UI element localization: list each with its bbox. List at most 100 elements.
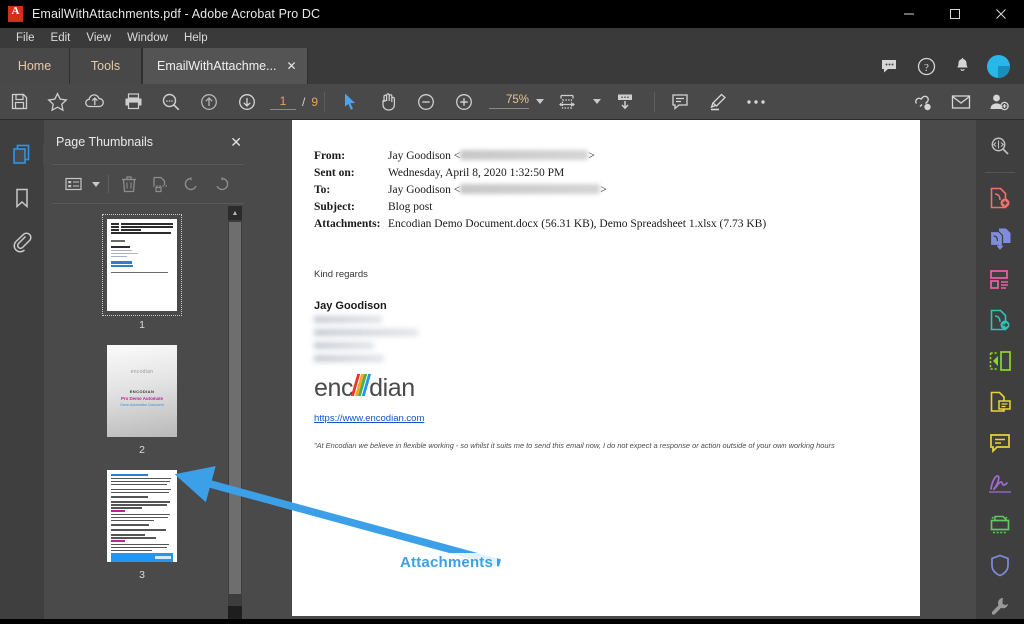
export-pdf-icon[interactable]	[980, 302, 1020, 339]
thumbnail-toolbar	[52, 164, 244, 204]
thumbnail-list[interactable]: 1 encodian ENCODIAN Pro Demo Automate De…	[44, 206, 240, 624]
chevron-down-icon[interactable]	[536, 99, 545, 104]
share-with-people-icon[interactable]	[980, 84, 1018, 120]
zoom-in-icon[interactable]	[445, 84, 483, 120]
thumbnail-preview: encodian ENCODIAN Pro Demo Automate Demo…	[107, 345, 177, 437]
zoom-out-icon[interactable]	[407, 84, 445, 120]
email-body: Kind regards Jay Goodison enc dian https…	[314, 269, 898, 451]
close-icon[interactable]: ✕	[230, 134, 242, 151]
header-value-text: Jay Goodison <	[388, 150, 461, 162]
tab-home[interactable]: Home	[0, 48, 70, 84]
create-pdf-icon[interactable]	[980, 180, 1020, 217]
header-label: Subject:	[314, 201, 355, 213]
thumbnail-frame-selected[interactable]	[102, 214, 182, 316]
previous-page-icon[interactable]	[190, 84, 228, 120]
header-label: Sent on:	[314, 167, 355, 179]
website-link[interactable]: https://www.encodian.com	[314, 413, 898, 424]
thumbnail-preview	[107, 219, 177, 311]
zoom-control[interactable]: 75%	[489, 94, 545, 109]
scanner-icon[interactable]	[980, 506, 1020, 543]
comment-bubbles-icon[interactable]	[872, 48, 908, 84]
next-page-icon[interactable]	[228, 84, 266, 120]
organize-pages-icon[interactable]	[980, 261, 1020, 298]
rotate-left-icon[interactable]	[176, 169, 207, 199]
current-page-input[interactable]: 1	[270, 94, 296, 110]
minimize-icon[interactable]	[886, 0, 932, 28]
add-to-favorites-icon[interactable]	[38, 84, 76, 120]
sidebar-item-bookmarks[interactable]	[0, 176, 44, 220]
combine-files-icon[interactable]	[980, 220, 1020, 257]
comment-icon[interactable]	[980, 424, 1020, 461]
rotate-right-icon[interactable]	[207, 169, 238, 199]
redacted-signature-block	[314, 316, 898, 362]
header-value: Blog post	[388, 201, 433, 213]
header-value-text: Jay Goodison <	[388, 184, 461, 196]
header-value: Jay Goodison < >	[388, 182, 607, 199]
menu-file[interactable]: File	[8, 28, 43, 48]
scroll-mode-icon[interactable]	[606, 84, 644, 120]
document-viewport[interactable]: From: Jay Goodison < > Sent on: Wednesday…	[252, 120, 1024, 624]
scrollbar-thumb[interactable]	[229, 222, 241, 594]
shield-icon[interactable]	[980, 546, 1020, 583]
search-icon[interactable]	[152, 84, 190, 120]
thumbnail-frame[interactable]	[103, 466, 181, 566]
redacted-email	[460, 150, 589, 160]
select-tool-icon[interactable]	[331, 84, 369, 120]
sidebar-item-page-thumbnails[interactable]	[0, 132, 52, 176]
email-header-row: From: Jay Goodison < >	[314, 148, 898, 165]
chevron-up-icon[interactable]: ▲	[228, 206, 242, 220]
maximize-icon[interactable]	[932, 0, 978, 28]
attach-link-icon[interactable]	[904, 84, 942, 120]
hand-tool-icon[interactable]	[369, 84, 407, 120]
menu-help[interactable]: Help	[176, 28, 216, 48]
close-icon[interactable]: ✕	[286, 59, 296, 73]
list-options-icon[interactable]	[58, 169, 89, 199]
edit-pdf-icon[interactable]	[980, 343, 1020, 380]
close-icon[interactable]	[978, 0, 1024, 28]
menu-edit[interactable]: Edit	[43, 28, 79, 48]
thumbnail-item[interactable]: 1	[44, 214, 240, 331]
thumbnail-scrollbar[interactable]: ▲	[228, 206, 242, 624]
thumbnail-frame[interactable]: encodian ENCODIAN Pro Demo Automate Demo…	[103, 341, 181, 441]
add-comment-icon[interactable]	[661, 84, 699, 120]
menu-view[interactable]: View	[78, 28, 119, 48]
search-document-icon[interactable]	[980, 128, 1020, 165]
fit-page-icon[interactable]	[550, 84, 588, 120]
help-circle-icon[interactable]: ?	[908, 48, 944, 84]
menu-window[interactable]: Window	[119, 28, 176, 48]
extract-pages-icon[interactable]	[145, 169, 176, 199]
upload-to-cloud-icon[interactable]	[76, 84, 114, 120]
signature-icon[interactable]	[980, 465, 1020, 502]
email-header-row-attachments: Attachments: Encodian Demo Document.docx…	[314, 216, 898, 233]
fill-sign-icon[interactable]	[980, 383, 1020, 420]
divider	[985, 171, 1015, 173]
more-tools-icon[interactable]	[737, 84, 775, 120]
tabbar-actions: ?	[872, 48, 1024, 84]
trash-icon[interactable]	[114, 169, 145, 199]
header-value: Jay Goodison < >	[388, 148, 595, 165]
thumbnail-item[interactable]: 3	[44, 466, 240, 581]
signer-name: Jay Goodison	[314, 300, 387, 312]
tab-tools[interactable]: Tools	[70, 48, 142, 84]
window-controls	[886, 0, 1024, 28]
thumbnail-label: 2	[139, 444, 145, 456]
avatar[interactable]	[980, 48, 1016, 84]
zoom-level[interactable]: 75%	[489, 94, 530, 109]
tabbar: Home Tools EmailWithAttachme... ✕ ?	[0, 48, 1024, 84]
send-email-icon[interactable]	[942, 84, 980, 120]
sidebar-item-attachments[interactable]	[0, 220, 44, 264]
tab-document[interactable]: EmailWithAttachme... ✕	[142, 48, 308, 84]
acrobat-window: EmailWithAttachments.pdf - Adobe Acrobat…	[0, 0, 1024, 624]
save-icon[interactable]	[0, 84, 38, 120]
bell-icon[interactable]	[944, 48, 980, 84]
highlight-text-icon[interactable]	[699, 84, 737, 120]
tab-document-label: EmailWithAttachme...	[157, 59, 277, 73]
fit-page-dropdown[interactable]	[588, 84, 606, 120]
thumbnail-options-dropdown[interactable]	[89, 169, 103, 199]
print-icon[interactable]	[114, 84, 152, 120]
page-separator: /	[302, 94, 306, 109]
email-header-row: To: Jay Goodison < >	[314, 182, 898, 199]
pdf-page: From: Jay Goodison < > Sent on: Wednesday…	[292, 120, 920, 616]
thumbnail-preview	[107, 470, 177, 562]
thumbnail-item[interactable]: encodian ENCODIAN Pro Demo Automate Demo…	[44, 341, 240, 456]
